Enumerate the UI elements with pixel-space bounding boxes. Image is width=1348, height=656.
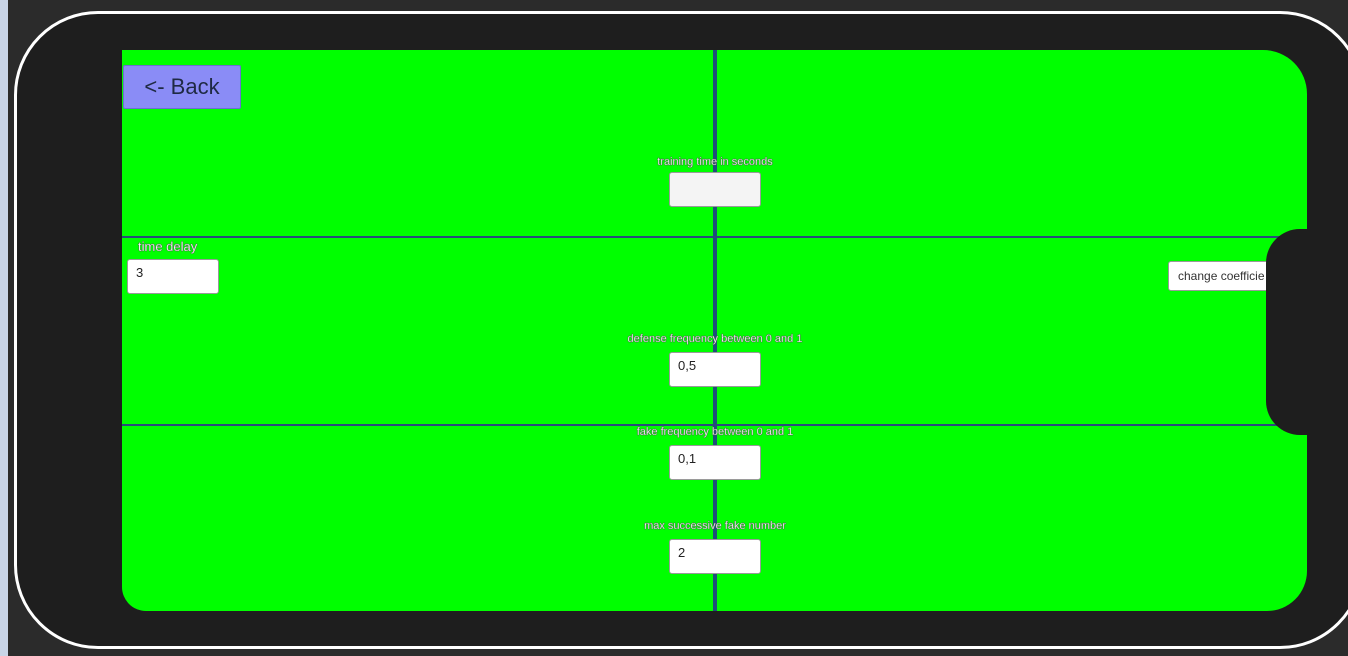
training-time-label: training time in seconds [657, 156, 773, 168]
max-fake-input[interactable]: 2 [669, 539, 761, 574]
time-delay-input[interactable]: 3 [127, 259, 219, 294]
max-fake-label: max successive fake number [644, 520, 786, 532]
defense-frequency-label: defense frequency between 0 and 1 [627, 333, 803, 345]
time-delay-label: time delay [138, 239, 198, 254]
training-time-input[interactable] [669, 172, 761, 207]
fake-frequency-input[interactable]: 0,1 [669, 445, 761, 480]
app-screen: <- Back training time in seconds time de… [122, 50, 1307, 611]
camera-notch [1266, 229, 1348, 435]
window-edge [0, 0, 8, 656]
defense-frequency-input[interactable]: 0,5 [669, 352, 761, 387]
back-button[interactable]: <- Back [123, 65, 241, 109]
horizontal-divider-top [122, 236, 1307, 238]
fake-frequency-label: fake frequency between 0 and 1 [636, 426, 794, 438]
